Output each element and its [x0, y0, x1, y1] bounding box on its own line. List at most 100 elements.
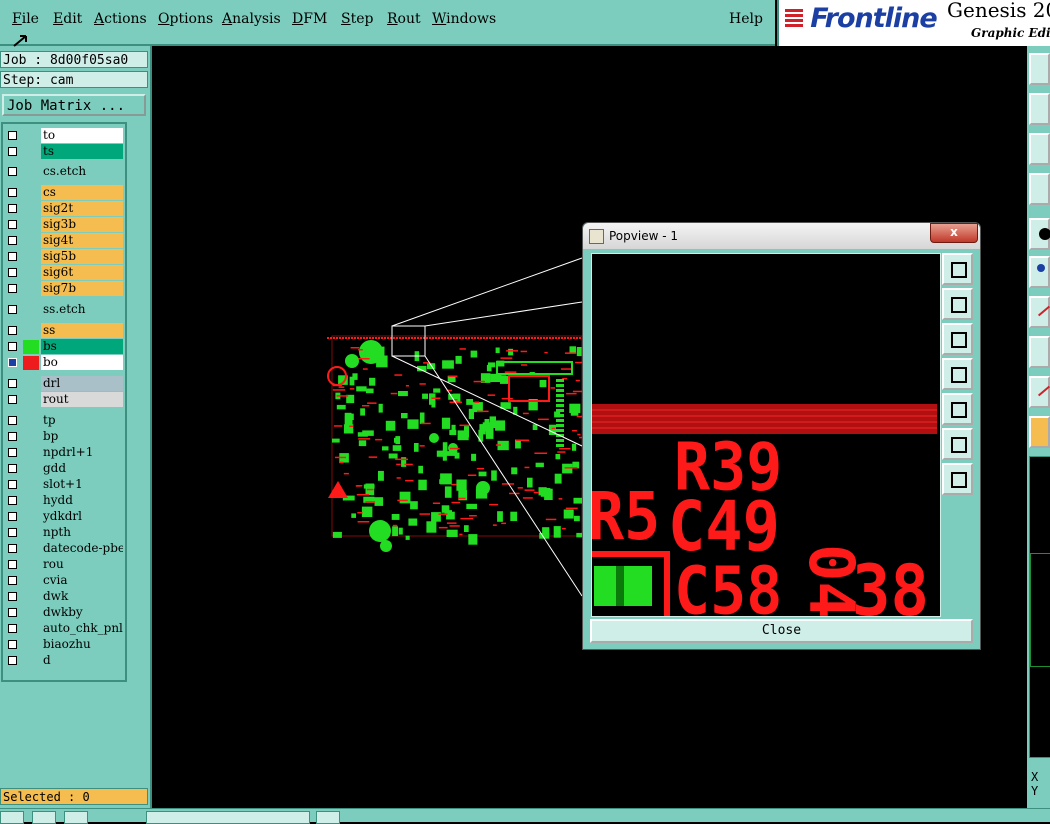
layer-name[interactable]: slot+1 — [41, 477, 123, 492]
layer-name[interactable]: cvia — [41, 573, 123, 588]
menu-item-options[interactable]: Options — [158, 11, 213, 27]
layer-row-cs[interactable]: cs — [5, 185, 123, 200]
layer-checkbox[interactable] — [8, 592, 17, 601]
layer-row-ss[interactable]: ss — [5, 323, 123, 338]
layer-row-sig5b[interactable]: sig5b — [5, 249, 123, 264]
layer-checkbox[interactable] — [8, 358, 17, 367]
layer-checkbox[interactable] — [8, 560, 17, 569]
layer-name[interactable]: d — [41, 653, 123, 668]
arc-tool-icon[interactable] — [1029, 376, 1050, 408]
layer-checkbox[interactable] — [8, 640, 17, 649]
pan-right-icon[interactable] — [942, 393, 973, 425]
layer-row-cvia[interactable]: cvia — [5, 573, 123, 588]
layer-row-rout[interactable]: rout — [5, 392, 123, 407]
layer-name[interactable]: auto_chk_pnl — [41, 621, 123, 636]
select-tool-icon[interactable] — [1029, 416, 1050, 448]
layer-name[interactable]: cs.etch — [41, 164, 123, 179]
layer-checkbox[interactable] — [8, 544, 17, 553]
job-matrix-button[interactable]: Job Matrix ... — [2, 94, 146, 116]
layer-name[interactable]: hydd — [41, 493, 123, 508]
layer-checkbox[interactable] — [8, 464, 17, 473]
layer-row-biaozhu[interactable]: biaozhu — [5, 637, 123, 652]
layer-checkbox[interactable] — [8, 416, 17, 425]
layer-name[interactable]: to — [41, 128, 123, 143]
pad-tool-icon[interactable] — [1029, 218, 1050, 250]
pin-tool-icon[interactable] — [1029, 336, 1050, 368]
layer-row-bp[interactable]: bp — [5, 429, 123, 444]
resize-icon[interactable] — [1029, 133, 1050, 165]
layer-name[interactable]: cs — [41, 185, 123, 200]
copy-layer-icon[interactable] — [1029, 53, 1050, 85]
layer-checkbox[interactable] — [8, 379, 17, 388]
layer-name[interactable]: npdrl+1 — [41, 445, 123, 460]
menu-item-analysis[interactable]: Analysis — [222, 11, 281, 27]
layer-row-bo[interactable]: bo — [5, 355, 123, 370]
layer-name[interactable]: dwk — [41, 589, 123, 604]
layer-row-sig3b[interactable]: sig3b — [5, 217, 123, 232]
menu-item-windows[interactable]: Windows — [432, 11, 496, 27]
layer-row-to[interactable]: to — [5, 128, 123, 143]
layer-row-rou[interactable]: rou — [5, 557, 123, 572]
menu-item-rout[interactable]: Rout — [387, 11, 421, 27]
zoom-fit-icon[interactable] — [942, 253, 973, 285]
layer-row-gdd[interactable]: gdd — [5, 461, 123, 476]
command-input[interactable] — [146, 811, 310, 824]
layer-name[interactable]: ss — [41, 323, 123, 338]
layer-name[interactable]: dwkby — [41, 605, 123, 620]
layer-name[interactable]: bs — [41, 339, 123, 354]
layer-row-dwkby[interactable]: dwkby — [5, 605, 123, 620]
zoom-out-icon[interactable] — [942, 428, 973, 460]
layer-checkbox[interactable] — [8, 204, 17, 213]
layer-checkbox[interactable] — [8, 656, 17, 665]
layer-name[interactable]: datecode-pbe — [41, 541, 123, 556]
layer-checkbox[interactable] — [8, 220, 17, 229]
layer-row-sig7b[interactable]: sig7b — [5, 281, 123, 296]
layer-name[interactable]: rout — [41, 392, 123, 407]
layer-checkbox[interactable] — [8, 512, 17, 521]
layer-row-ts[interactable]: ts — [5, 144, 123, 159]
window-close-button[interactable]: x — [930, 223, 978, 243]
layer-row-hydd[interactable]: hydd — [5, 493, 123, 508]
layer-row-cs-etch[interactable]: cs.etch — [5, 164, 123, 179]
layer-name[interactable]: ts — [41, 144, 123, 159]
layer-name[interactable]: sig6t — [41, 265, 123, 280]
layer-checkbox[interactable] — [8, 432, 17, 441]
popview-titlebar[interactable]: Popview - 1 — [583, 223, 980, 249]
layer-checkbox[interactable] — [8, 608, 17, 617]
layer-row-npdrl-1[interactable]: npdrl+1 — [5, 445, 123, 460]
layer-row-slot-1[interactable]: slot+1 — [5, 477, 123, 492]
layer-name[interactable]: bo — [41, 355, 123, 370]
pan-down-icon[interactable] — [942, 323, 973, 355]
status-button-1[interactable] — [0, 811, 24, 824]
zoom-in-icon[interactable] — [942, 463, 973, 495]
menu-item-dfm[interactable]: DFM — [292, 11, 327, 27]
layer-row-drl[interactable]: drl — [5, 376, 123, 391]
menu-item-edit[interactable]: Edit — [53, 11, 82, 27]
layer-name[interactable]: gdd — [41, 461, 123, 476]
menu-item-step[interactable]: Step — [341, 11, 373, 27]
layer-name[interactable]: npth — [41, 525, 123, 540]
layer-name[interactable]: bp — [41, 429, 123, 444]
pan-left-icon[interactable] — [942, 358, 973, 390]
status-button-4[interactable] — [316, 811, 340, 824]
layer-row-tp[interactable]: tp — [5, 413, 123, 428]
layer-name[interactable]: ydkdrl — [41, 509, 123, 524]
layer-checkbox[interactable] — [8, 305, 17, 314]
layer-row-bs[interactable]: bs — [5, 339, 123, 354]
layer-checkbox[interactable] — [8, 236, 17, 245]
layer-checkbox[interactable] — [8, 624, 17, 633]
layer-name[interactable]: tp — [41, 413, 123, 428]
layer-row-sig6t[interactable]: sig6t — [5, 265, 123, 280]
popview-close-button[interactable]: Close — [590, 619, 973, 643]
layer-name[interactable]: sig5b — [41, 249, 123, 264]
layer-checkbox[interactable] — [8, 252, 17, 261]
layer-row-sig2t[interactable]: sig2t — [5, 201, 123, 216]
layer-row-ydkdrl[interactable]: ydkdrl — [5, 509, 123, 524]
layer-name[interactable]: sig2t — [41, 201, 123, 216]
layer-name[interactable]: sig3b — [41, 217, 123, 232]
layer-checkbox[interactable] — [8, 480, 17, 489]
layer-row-auto-chk-pnl[interactable]: auto_chk_pnl — [5, 621, 123, 636]
layer-name[interactable]: sig4t — [41, 233, 123, 248]
layer-checkbox[interactable] — [8, 268, 17, 277]
layer-checkbox[interactable] — [8, 528, 17, 537]
